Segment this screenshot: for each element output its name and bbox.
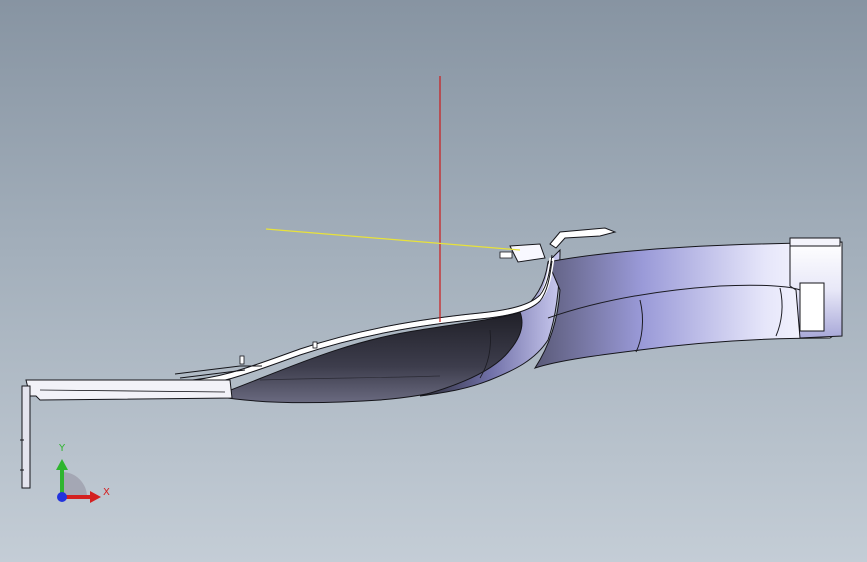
graphics-viewport[interactable]: Y X — [0, 0, 867, 562]
model-rib-tab — [239, 355, 245, 365]
triad-rotation-arc — [62, 472, 87, 497]
model-end-slot — [799, 282, 825, 332]
model-rib-tab — [312, 341, 318, 349]
model-pin-detail — [499, 251, 513, 259]
triad-y-arrow — [56, 459, 68, 470]
model-end-tab — [789, 237, 841, 247]
triad-y-label: Y — [59, 443, 66, 454]
model-left-leg — [21, 385, 31, 489]
model-canvas[interactable] — [0, 0, 867, 562]
model-clip — [549, 227, 617, 249]
model-pin — [509, 243, 546, 263]
coordinate-triad — [56, 459, 101, 503]
triad-z-axis — [57, 492, 67, 502]
triad-x-label: X — [103, 487, 110, 498]
triad-x-arrow — [90, 491, 101, 503]
reference-axis-horizontal — [265, 228, 521, 251]
model-underside — [213, 311, 525, 404]
